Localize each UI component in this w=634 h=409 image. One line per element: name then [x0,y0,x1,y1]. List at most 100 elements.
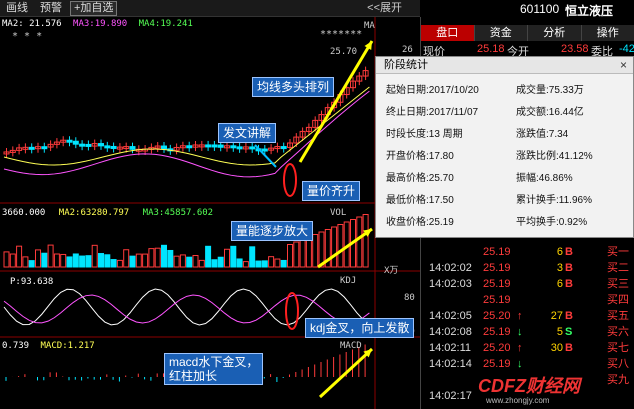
stat-item: 成交量:75.33万 [516,81,584,96]
trade-price: 25.19 [483,358,511,370]
volume-bar [161,244,167,268]
stat-label: 最高价格: [386,173,429,184]
trade-row: 14:02:02 25.19 3 B 买二 [421,261,634,276]
stock-code: 601100 [520,2,560,16]
volume-bar [198,259,205,268]
trade-side_flag: B [565,278,573,290]
trade-side_flag: B [565,246,573,258]
volume-bar [312,234,319,268]
stat-label: 时段长度: [386,129,429,140]
stat-item: 振幅:46.86% [516,169,573,184]
tab-orderbook[interactable]: 盘口 [421,25,475,41]
trade-vol: 3 [556,262,563,274]
trade-side: 买九 [607,374,629,386]
highlight-oval [283,163,297,197]
vol-tag: VOL [330,208,347,218]
trade-time: 14:02:14 [429,358,472,370]
trade-time: 14:02:03 [429,278,472,290]
volume-bar [91,244,98,268]
volume-bar [236,258,243,268]
trade-price: 25.19 [483,294,511,306]
candle-body [280,146,287,150]
trade-side: 买二 [607,262,629,274]
stat-label: 涨跌值: [516,129,549,140]
vol-ma2: MA2:63280.797 [58,208,130,218]
volume-bar [249,246,256,268]
macd-dea: 0.739 [2,341,30,351]
candle-body [249,146,256,150]
trade-vol: 6 [556,278,563,290]
volume-bar [123,249,130,268]
volume-bar [192,255,199,268]
kline-chart[interactable]: MA2: 21.576 MA3:19.890 MA4:19.241 * * * … [0,17,420,409]
expand-button[interactable]: <<展开 [367,0,402,17]
volume-bar [41,252,48,268]
trade-side: 买三 [607,278,629,290]
candle-body [217,144,224,148]
trade-arrow: ↑ [517,342,523,354]
kdj-readout: P:93.638 [10,277,54,287]
ma3-value: MA3:19.890 [73,19,128,29]
trade-row: 14:02:14 25.19 ↓ 买八 [421,357,634,372]
candle-body [98,143,104,147]
ma-line [3,86,370,166]
volume-bar [98,253,104,268]
stat-item: 累计换手:11.96% [516,191,592,206]
volume-bar [173,255,180,268]
stat-value: 2017/10/20 [428,85,479,96]
volume-bar [356,216,363,268]
now-price: 25.18 [477,43,505,55]
price-high-label: 25.70 [330,47,358,57]
alert-button[interactable]: 预警 [34,0,68,17]
volume-bar [230,245,237,268]
trade-time: 14:02:05 [429,310,472,322]
close-icon[interactable]: × [620,57,627,74]
candle-body [236,146,243,150]
trade-side: 买六 [607,326,629,338]
trade-row: 25.19 买四 [421,293,634,308]
stat-value: 0.92% [558,217,588,228]
tab-operation[interactable]: 操作 [581,25,634,41]
volume-bar [217,256,224,268]
volume-bar [53,253,60,268]
trade-side_flag: S [565,326,573,338]
stat-label: 最低价格: [386,195,429,206]
volume-bar [129,255,136,268]
volume-bar [22,256,29,268]
tab-capital[interactable]: 资金 [474,25,528,41]
macd-readout: 0.739 MACD:1.217 [2,341,95,351]
stat-value: 46.86% [538,173,573,184]
callout-price-vol: 量价齐升 [302,181,361,201]
candle-body [66,139,73,143]
stat-item: 开盘价格:17.80 [386,147,454,162]
trade-row: 14:02:03 25.19 6 B 买三 [421,277,634,292]
add-watchlist-button[interactable]: +加自选 [70,0,118,16]
volume-bar [148,248,155,268]
candle-body [186,145,193,149]
volume-bar [16,245,23,268]
trade-time: 14:02:11 [429,342,472,354]
stat-label: 成交额: [516,107,549,118]
volume-bar [274,258,281,268]
candle-body [41,146,48,150]
stat-label: 开盘价格: [386,151,429,162]
volume-bar [35,249,41,268]
trade-side: 买七 [607,342,629,354]
trade-vol: 30 [550,342,563,354]
ma4-value: MA4:19.241 [138,19,193,29]
volume-bar [280,259,287,268]
tab-analysis[interactable]: 分析 [528,25,582,41]
trade-time: 14:02:08 [429,326,472,338]
macd-value: MACD:1.217 [40,341,95,351]
price-scale-top: 26 [402,45,413,55]
trade-vol: 6 [556,246,563,258]
volume-bar [337,224,344,268]
callout-vol-grow: 量能逐步放大 [231,221,314,241]
volume-bar [72,253,79,268]
draw-line-button[interactable]: 画线 [0,0,34,17]
vol-value: 3660.000 [2,208,46,218]
volume-bar [167,249,174,268]
ratio-value: -42 [619,43,634,55]
volume-bar [211,259,218,268]
trade-row: 25.19 6 B 买一 [421,245,634,260]
